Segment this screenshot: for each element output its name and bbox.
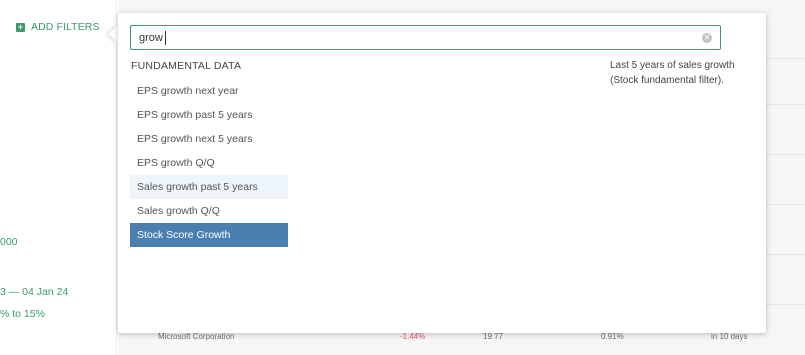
- filter-option-hovered[interactable]: Sales growth past 5 years: [130, 175, 288, 199]
- pe-ratio: 19.77: [483, 332, 504, 341]
- row-divider: [765, 58, 805, 59]
- price-change: -1.44%: [400, 332, 426, 341]
- filter-option-selected[interactable]: Stock Score Growth: [130, 223, 288, 247]
- filter-option[interactable]: EPS growth next 5 years: [130, 127, 288, 151]
- filter-search-input[interactable]: [139, 29, 679, 47]
- clear-circle-icon[interactable]: ✕: [702, 33, 712, 43]
- filter-search-dropdown: ✕ FUNDAMENTAL DATA EPS growth next year …: [118, 13, 766, 333]
- text-cursor: [165, 31, 166, 45]
- section-title: FUNDAMENTAL DATA: [131, 60, 242, 72]
- filter-value[interactable]: 000: [0, 236, 18, 248]
- filter-search-box: ✕: [130, 25, 721, 50]
- row-divider: [765, 204, 805, 205]
- filter-option[interactable]: EPS growth next year: [130, 79, 288, 103]
- dividend-yield: 0.91%: [601, 332, 624, 341]
- add-filters-label: ADD FILTERS: [31, 21, 100, 33]
- screener-page: + ADD FILTERS 000 3 — 04 Jan 24 % to 15%…: [0, 0, 805, 355]
- filter-value[interactable]: 3 — 04 Jan 24: [0, 286, 68, 298]
- company-name: Microsoft Corporation: [158, 332, 235, 341]
- row-divider: [765, 304, 805, 305]
- row-divider: [765, 154, 805, 155]
- filter-option[interactable]: EPS growth Q/Q: [130, 151, 288, 175]
- filter-options-list: EPS growth next year EPS growth past 5 y…: [130, 79, 288, 247]
- plus-icon: +: [16, 21, 25, 32]
- filters-panel: + ADD FILTERS 000 3 — 04 Jan 24 % to 15%: [0, 0, 117, 355]
- earnings-date: in 10 days: [711, 332, 748, 341]
- row-divider: [765, 104, 805, 105]
- row-divider: [765, 254, 805, 255]
- filter-option[interactable]: Sales growth Q/Q: [130, 199, 288, 223]
- filter-value[interactable]: % to 15%: [0, 308, 45, 320]
- filter-option[interactable]: EPS growth past 5 years: [130, 103, 288, 127]
- filter-description: Last 5 years of sales growth (Stock fund…: [610, 60, 735, 86]
- add-filters-button[interactable]: + ADD FILTERS: [16, 21, 100, 33]
